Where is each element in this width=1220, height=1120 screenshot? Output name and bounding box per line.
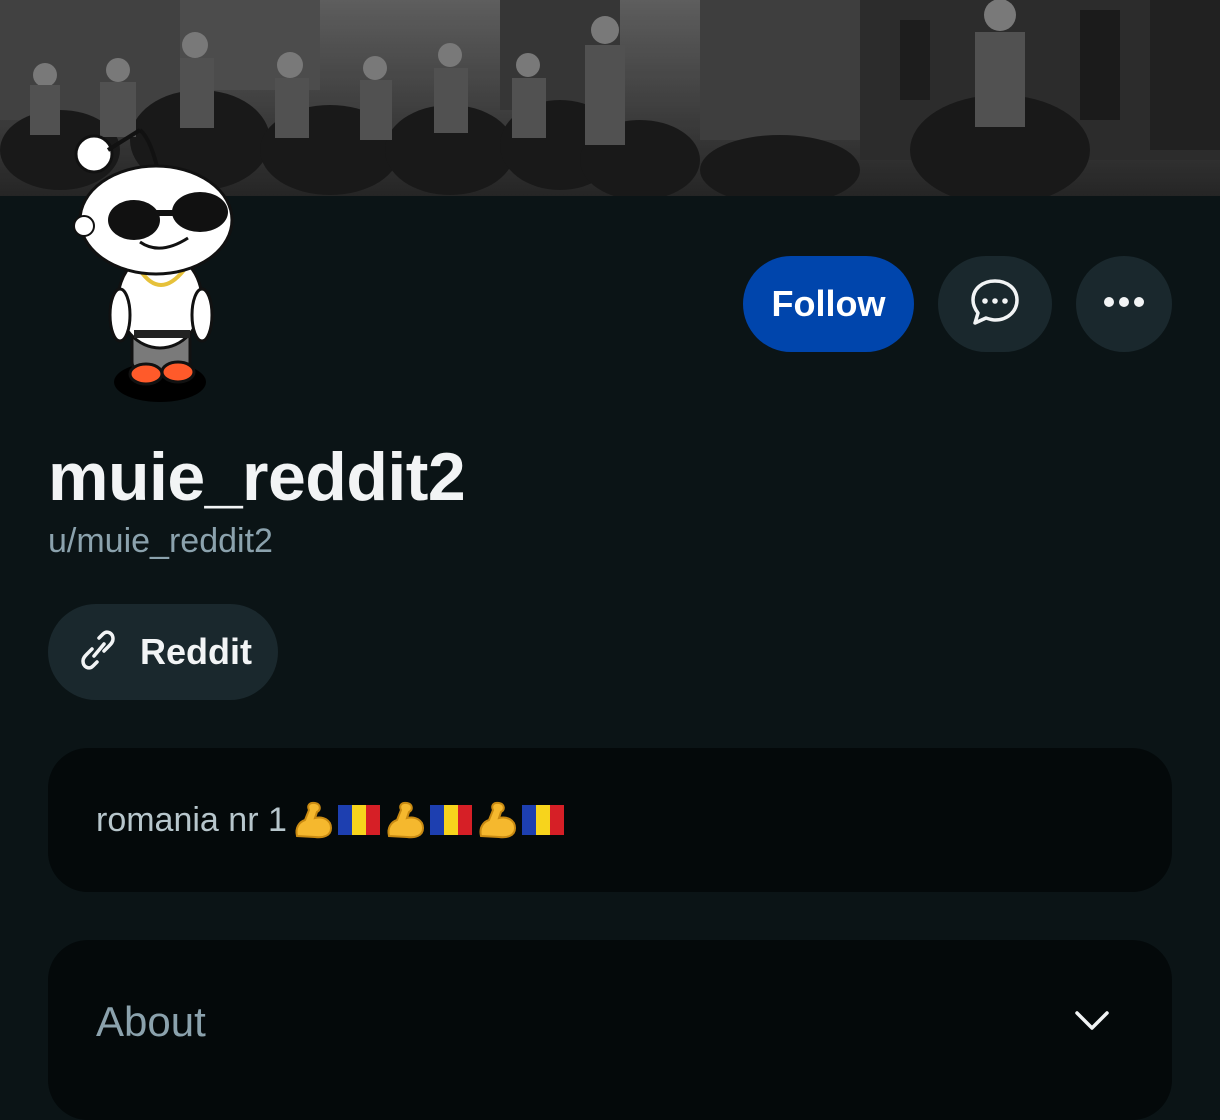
chat-bubble-icon bbox=[969, 277, 1021, 332]
profile-actions: Follow bbox=[743, 256, 1172, 352]
message-button[interactable] bbox=[938, 256, 1052, 352]
profile-avatar[interactable] bbox=[60, 120, 260, 410]
bio-text: romania nr 1 bbox=[96, 800, 287, 839]
flexed-biceps-icon bbox=[479, 801, 516, 839]
more-dots-icon bbox=[1102, 295, 1146, 314]
more-options-button[interactable] bbox=[1076, 256, 1172, 352]
romania-flag-icon bbox=[429, 805, 472, 835]
about-section-toggle[interactable]: About bbox=[48, 940, 1172, 1120]
flexed-biceps-icon bbox=[295, 801, 332, 839]
flexed-biceps-icon bbox=[387, 801, 424, 839]
about-title: About bbox=[96, 998, 206, 1045]
romania-flag-icon bbox=[337, 805, 380, 835]
link-icon bbox=[80, 629, 116, 675]
bio-card: romania nr 1 bbox=[48, 748, 1172, 892]
bio-text-row: romania nr 1 bbox=[96, 800, 565, 840]
username: u/muie_reddit2 bbox=[48, 522, 273, 560]
follow-button[interactable]: Follow bbox=[743, 256, 914, 352]
social-link-chip[interactable]: Reddit bbox=[48, 604, 278, 700]
chevron-down-icon bbox=[1074, 1008, 1110, 1037]
romania-flag-icon bbox=[521, 805, 564, 835]
social-link-label: Reddit bbox=[140, 631, 252, 672]
display-name: muie_reddit2 bbox=[48, 439, 466, 515]
bio-emojis bbox=[291, 800, 565, 840]
